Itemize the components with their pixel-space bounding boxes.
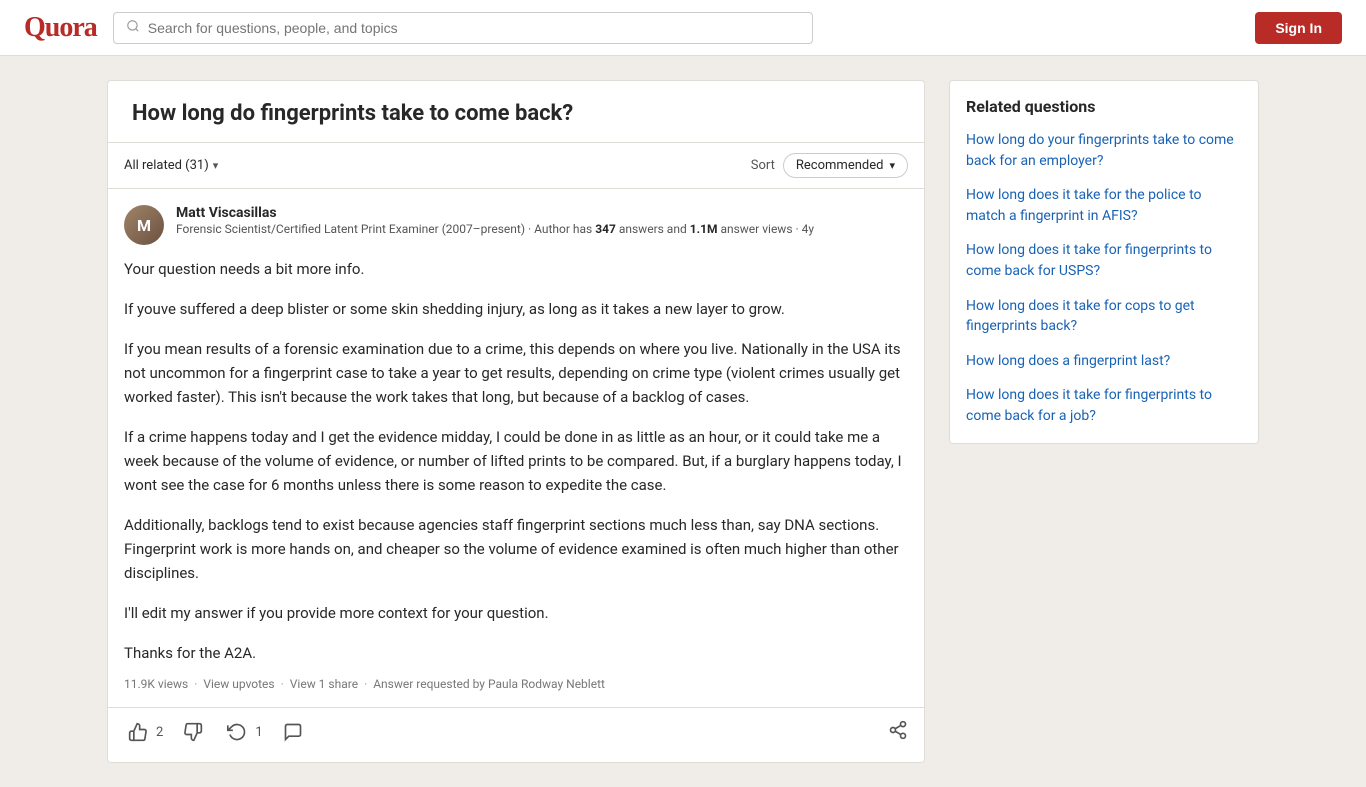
answer-para-7: Thanks for the A2A. <box>124 641 908 665</box>
header-right: Sign In <box>1255 12 1342 44</box>
bio-answers: 347 <box>595 222 616 236</box>
views-count: 11.9K views <box>124 677 188 691</box>
share-button[interactable] <box>888 720 908 745</box>
redo-count: 1 <box>255 725 262 740</box>
related-link-4[interactable]: How long does it take for cops to get fi… <box>966 298 1195 335</box>
view-upvotes-link[interactable]: View upvotes <box>203 677 274 691</box>
comment-group <box>279 718 307 746</box>
downvote-button[interactable] <box>179 718 207 746</box>
view-share-link[interactable]: View 1 share <box>290 677 358 691</box>
related-item-4: How long does it take for cops to get fi… <box>966 296 1242 337</box>
search-icon <box>126 19 140 37</box>
related-link-2[interactable]: How long does it take for the police to … <box>966 187 1202 224</box>
sort-chevron-icon: ▾ <box>889 159 895 172</box>
related-questions-title: Related questions <box>966 97 1242 116</box>
related-item-3: How long does it take for fingerprints t… <box>966 240 1242 281</box>
author-bio: Forensic Scientist/Certified Latent Prin… <box>176 221 908 238</box>
upvote-group: 2 <box>124 718 163 746</box>
comment-button[interactable] <box>279 718 307 746</box>
redo-group: 1 <box>223 718 262 746</box>
avatar-image: M <box>124 205 164 245</box>
answer-filters: All related (31) ▾ Sort Recommended ▾ <box>108 143 924 189</box>
sort-option-label: Recommended <box>796 158 884 173</box>
question-title: How long do fingerprints take to come ba… <box>132 101 900 126</box>
related-link-5[interactable]: How long does a fingerprint last? <box>966 353 1170 369</box>
answer-footer: 11.9K views · View upvotes · View 1 shar… <box>124 677 908 691</box>
answer-para-2: If youve suffered a deep blister or some… <box>124 297 908 321</box>
answer-para-6: I'll edit my answer if you provide more … <box>124 601 908 625</box>
related-link-1[interactable]: How long do your fingerprints take to co… <box>966 132 1234 169</box>
author-name[interactable]: Matt Viscasillas <box>176 205 908 221</box>
bio-mid: answers and <box>616 222 690 236</box>
sidebar: Related questions How long do your finge… <box>949 80 1259 444</box>
answer-container: M Matt Viscasillas Forensic Scientist/Ce… <box>108 189 924 708</box>
search-bar[interactable] <box>113 12 813 44</box>
action-bar: 2 1 <box>108 708 924 762</box>
answer-body: Your question needs a bit more info. If … <box>124 257 908 665</box>
logo[interactable]: Quora <box>24 12 97 44</box>
related-questions-list: How long do your fingerprints take to co… <box>966 130 1242 427</box>
question-title-area: How long do fingerprints take to come ba… <box>108 81 924 143</box>
sign-in-button[interactable]: Sign In <box>1255 12 1342 44</box>
answer-para-3: If you mean results of a forensic examin… <box>124 337 908 409</box>
related-item-1: How long do your fingerprints take to co… <box>966 130 1242 171</box>
downvote-group <box>179 718 207 746</box>
site-header: Quora Sign In <box>0 0 1366 56</box>
related-link-6[interactable]: How long does it take for fingerprints t… <box>966 387 1212 424</box>
search-input[interactable] <box>148 20 800 36</box>
bio-views: 1.1M <box>690 222 718 236</box>
related-item-2: How long does it take for the police to … <box>966 185 1242 226</box>
sort-dropdown[interactable]: Recommended ▾ <box>783 153 908 178</box>
related-item-6: How long does it take for fingerprints t… <box>966 385 1242 426</box>
avatar: M <box>124 205 164 245</box>
answer-para-4: If a crime happens today and I get the e… <box>124 425 908 497</box>
redo-button[interactable] <box>223 718 251 746</box>
upvote-count: 2 <box>156 725 163 740</box>
answer-para-1: Your question needs a bit more info. <box>124 257 908 281</box>
main-container: How long do fingerprints take to come ba… <box>83 56 1283 787</box>
author-row: M Matt Viscasillas Forensic Scientist/Ce… <box>124 205 908 245</box>
all-related-label: All related (31) <box>124 158 209 173</box>
answer-para-5: Additionally, backlogs tend to exist bec… <box>124 513 908 585</box>
answer-requested: Answer requested by Paula Rodway Neblett <box>373 677 605 691</box>
related-link-3[interactable]: How long does it take for fingerprints t… <box>966 242 1212 279</box>
filter-chevron-icon: ▾ <box>213 159 219 172</box>
bio-prefix: Forensic Scientist/Certified Latent Prin… <box>176 222 595 236</box>
sort-label: Sort <box>751 158 775 173</box>
related-item-5: How long does a fingerprint last? <box>966 351 1242 372</box>
related-questions-card: Related questions How long do your finge… <box>949 80 1259 444</box>
question-card: How long do fingerprints take to come ba… <box>107 80 925 763</box>
upvote-button[interactable] <box>124 718 152 746</box>
all-related-filter[interactable]: All related (31) ▾ <box>124 158 218 173</box>
bio-suffix: answer views · 4y <box>717 222 814 236</box>
author-info: Matt Viscasillas Forensic Scientist/Cert… <box>176 205 908 238</box>
